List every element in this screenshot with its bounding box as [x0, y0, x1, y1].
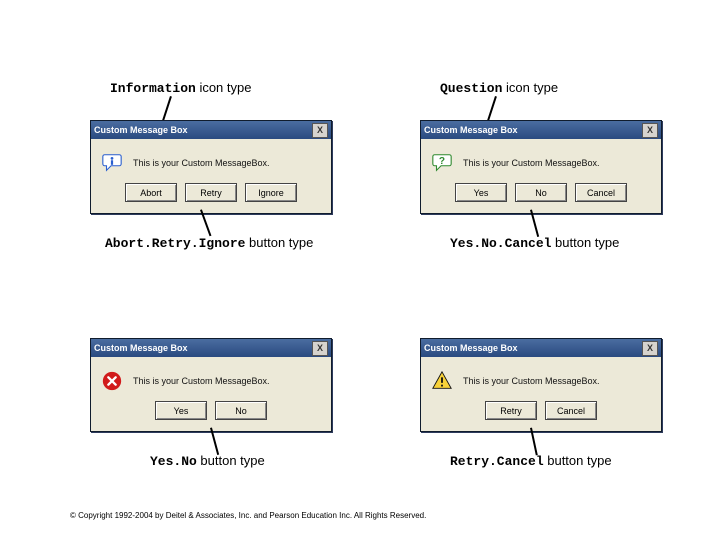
yes-button[interactable]: Yes — [455, 183, 507, 202]
dialog-message: This is your Custom MessageBox. — [463, 158, 600, 168]
msgbox-question: Custom Message Box X ? This is your Cust… — [420, 120, 662, 214]
caption-retry-cancel: Retry.Cancel button type — [450, 453, 612, 469]
dialog-title: Custom Message Box — [424, 343, 518, 353]
dialog-body: This is your Custom MessageBox. — [91, 357, 331, 399]
no-button[interactable]: No — [215, 401, 267, 420]
svg-text:?: ? — [439, 156, 445, 167]
close-icon: X — [647, 344, 653, 353]
caption-code: Retry.Cancel — [450, 454, 544, 469]
caption-tail: button type — [197, 453, 265, 468]
msgbox-warning: Custom Message Box X This is your Custom… — [420, 338, 662, 432]
caption-question: Question icon type — [440, 80, 558, 96]
caption-tail: button type — [544, 453, 612, 468]
caption-tail: button type — [245, 235, 313, 250]
dialog-body: This is your Custom MessageBox. — [91, 139, 331, 181]
caption-code: Yes.No — [150, 454, 197, 469]
dialog-body: This is your Custom MessageBox. — [421, 357, 661, 399]
abort-button[interactable]: Abort — [125, 183, 177, 202]
close-button[interactable]: X — [642, 123, 658, 138]
dialog-title: Custom Message Box — [424, 125, 518, 135]
dialog-title: Custom Message Box — [94, 125, 188, 135]
close-button[interactable]: X — [312, 123, 328, 138]
retry-button[interactable]: Retry — [485, 401, 537, 420]
caption-information: Information icon type — [110, 80, 251, 96]
button-row: Retry Cancel — [421, 401, 661, 420]
caption-code: Abort.Retry.Ignore — [105, 236, 245, 251]
no-button[interactable]: No — [515, 183, 567, 202]
caption-code: Yes.No.Cancel — [450, 236, 551, 251]
titlebar: Custom Message Box X — [421, 339, 661, 357]
close-button[interactable]: X — [312, 341, 328, 356]
ignore-button[interactable]: Ignore — [245, 183, 297, 202]
titlebar: Custom Message Box X — [421, 121, 661, 139]
button-row: Abort Retry Ignore — [91, 183, 331, 202]
dialog-message: This is your Custom MessageBox. — [463, 376, 600, 386]
cancel-button[interactable]: Cancel — [575, 183, 627, 202]
dialog-body: ? This is your Custom MessageBox. — [421, 139, 661, 181]
titlebar: Custom Message Box X — [91, 339, 331, 357]
retry-button[interactable]: Retry — [185, 183, 237, 202]
caption-tail: button type — [551, 235, 619, 250]
close-icon: X — [317, 126, 323, 135]
error-icon — [101, 370, 123, 392]
close-icon: X — [317, 344, 323, 353]
caption-tail: icon type — [502, 80, 558, 95]
caption-yes-no-cancel: Yes.No.Cancel button type — [450, 235, 619, 251]
caption-yes-no: Yes.No button type — [150, 453, 265, 469]
copyright-footer: © Copyright 1992-2004 by Deitel & Associ… — [70, 511, 426, 520]
warning-icon — [431, 370, 453, 392]
close-button[interactable]: X — [642, 341, 658, 356]
button-row: Yes No Cancel — [421, 183, 661, 202]
dialog-title: Custom Message Box — [94, 343, 188, 353]
dialog-message: This is your Custom MessageBox. — [133, 376, 270, 386]
caption-tail: icon type — [196, 80, 252, 95]
dialog-message: This is your Custom MessageBox. — [133, 158, 270, 168]
msgbox-error: Custom Message Box X This is your Custom… — [90, 338, 332, 432]
yes-button[interactable]: Yes — [155, 401, 207, 420]
button-row: Yes No — [91, 401, 331, 420]
cancel-button[interactable]: Cancel — [545, 401, 597, 420]
msgbox-information: Custom Message Box X This is your Custom… — [90, 120, 332, 214]
titlebar: Custom Message Box X — [91, 121, 331, 139]
close-icon: X — [647, 126, 653, 135]
caption-abort-retry-ignore: Abort.Retry.Ignore button type — [105, 235, 313, 251]
question-icon: ? — [431, 152, 453, 174]
caption-code: Question — [440, 81, 502, 96]
caption-code: Information — [110, 81, 196, 96]
information-icon — [101, 152, 123, 174]
